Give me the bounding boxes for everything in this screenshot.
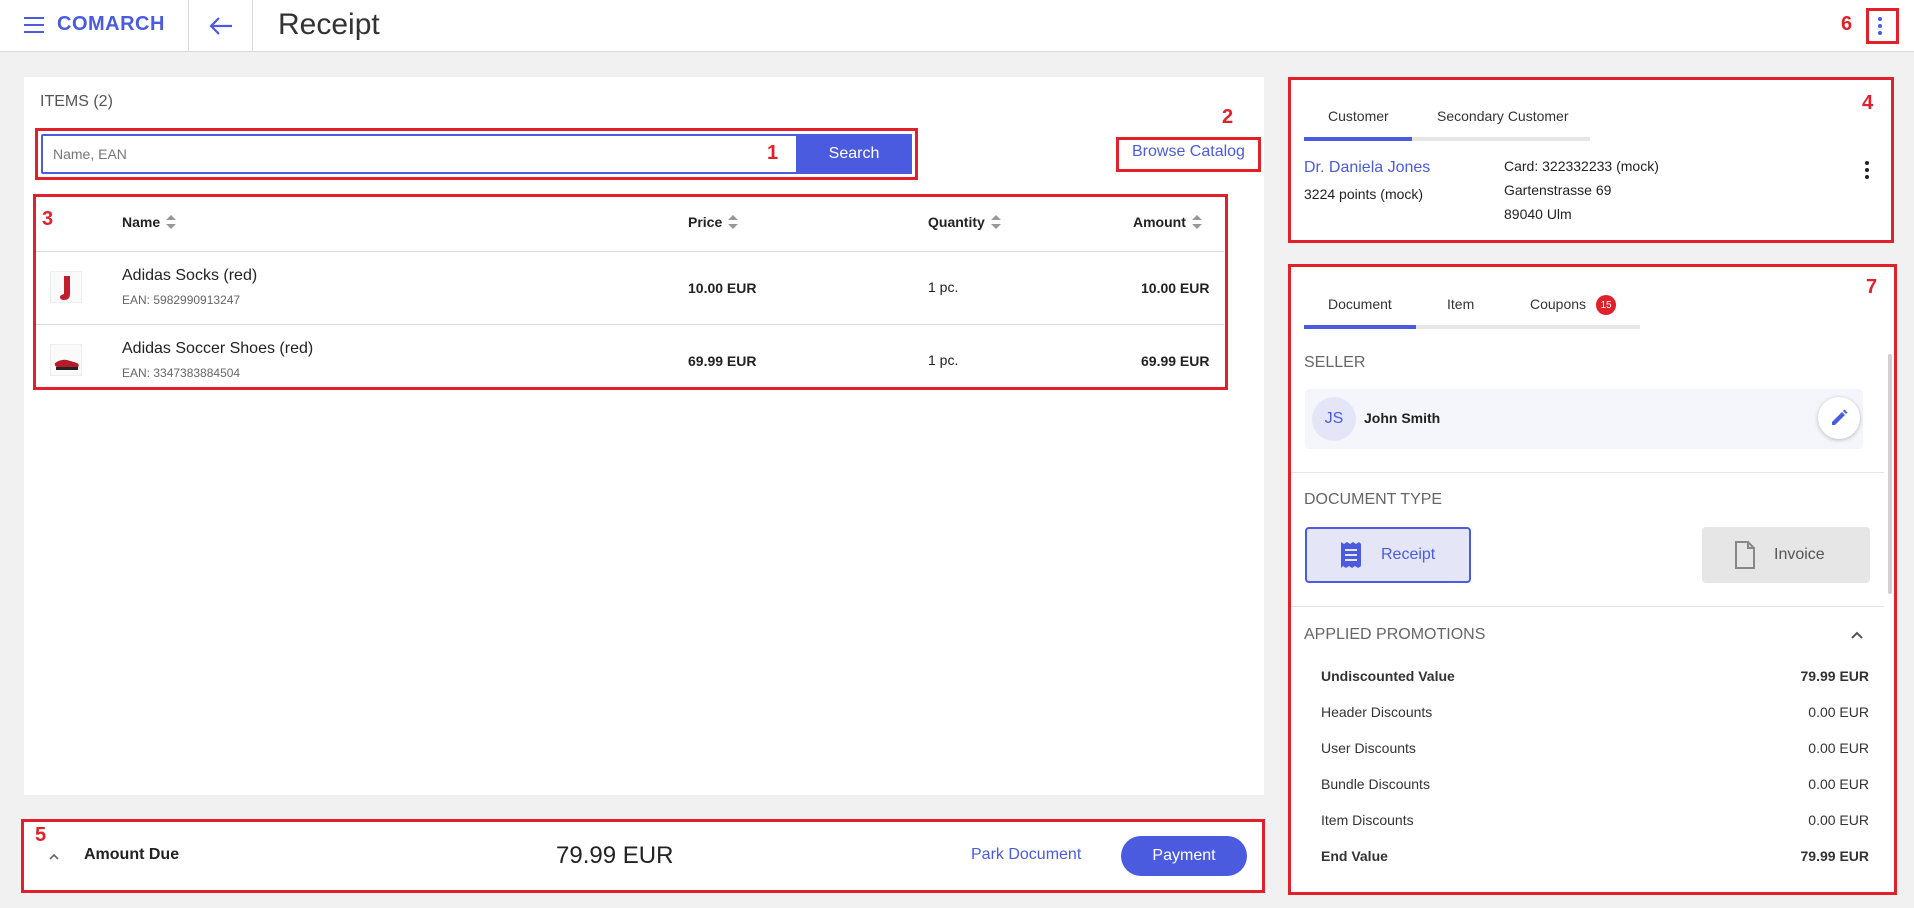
annotation-3: 3 <box>42 208 54 230</box>
annotation-4: 4 <box>1862 92 1874 114</box>
top-bar: COMARCH Receipt <box>0 0 1914 52</box>
app-logo: COMARCH <box>57 13 165 35</box>
annotation-7: 7 <box>1866 276 1878 298</box>
annotation-box-5 <box>21 819 1265 893</box>
divider <box>252 0 253 52</box>
annotation-2: 2 <box>1222 106 1234 128</box>
back-arrow-icon[interactable] <box>206 12 236 40</box>
annotation-box-7 <box>1288 264 1897 895</box>
annotation-6: 6 <box>1841 13 1853 35</box>
items-title: ITEMS (2) <box>40 93 113 110</box>
page-title: Receipt <box>278 8 380 41</box>
menu-icon[interactable] <box>24 17 44 33</box>
annotation-box-1 <box>35 128 918 180</box>
divider <box>188 0 189 52</box>
items-panel <box>24 77 1264 795</box>
annotation-box-4 <box>1288 77 1894 243</box>
annotation-1: 1 <box>767 142 779 164</box>
annotation-box-2 <box>1116 137 1261 172</box>
annotation-box-3 <box>33 194 1228 390</box>
annotation-5: 5 <box>35 824 47 846</box>
annotation-box-6 <box>1866 8 1899 44</box>
